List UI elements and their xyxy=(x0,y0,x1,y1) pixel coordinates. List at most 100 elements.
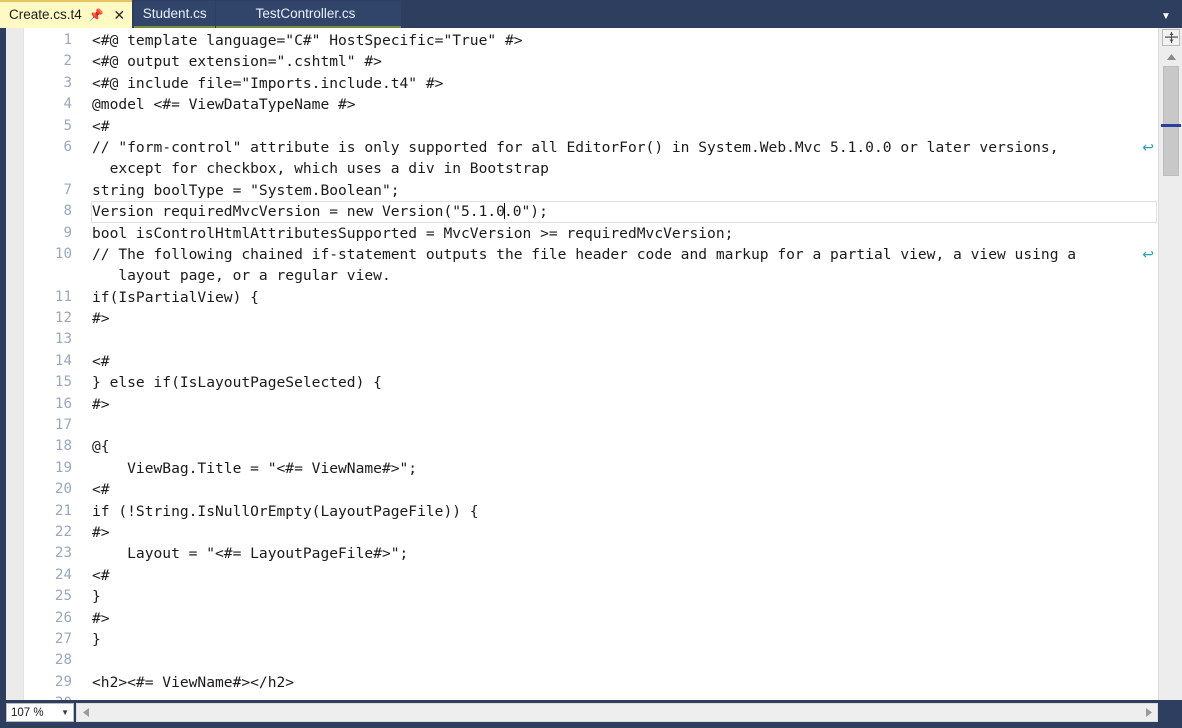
split-window-icon[interactable] xyxy=(1162,29,1180,46)
code-text: layout page, or a regular view. xyxy=(92,267,391,285)
code-line[interactable]: 12 #> xyxy=(24,308,1158,329)
code-line[interactable]: 27} xyxy=(24,629,1158,650)
tab-label: Student.cs xyxy=(142,5,207,21)
scroll-left-icon[interactable] xyxy=(78,705,93,720)
code-line[interactable]: 20 <# xyxy=(24,479,1158,500)
code-text: #> xyxy=(92,395,110,413)
code-line[interactable]: 2 <#@ output extension=".cshtml" #> xyxy=(24,51,1158,72)
code-text: #> xyxy=(92,310,110,328)
code-text: } xyxy=(92,588,101,606)
code-text: ViewBag.Title = "<#= ViewName#>"; xyxy=(92,459,418,477)
code-line[interactable]: 24 <# xyxy=(24,565,1158,586)
code-line[interactable]: 17 xyxy=(24,415,1158,436)
code-line[interactable]: 9 bool isControlHtmlAttributesSupported =… xyxy=(24,223,1158,244)
code-text: <#@ template language="C#" HostSpecific=… xyxy=(92,32,523,49)
line-number: 24 xyxy=(54,566,72,583)
scroll-right-icon[interactable] xyxy=(1141,705,1156,720)
code-text: string boolType = "System.Boolean"; xyxy=(92,181,400,199)
line-number: 23 xyxy=(54,545,72,562)
zoom-level-value: 107 % xyxy=(11,706,44,719)
code-line-current[interactable]: 8 Version requiredMvcVersion = new Versio… xyxy=(24,201,1158,223)
code-line[interactable]: 21 if (!String.IsNullOrEmpty(LayoutPageFi… xyxy=(24,501,1158,522)
code-text: <#@ output extension=".cshtml" #> xyxy=(92,53,382,71)
line-number: 29 xyxy=(54,673,72,690)
code-line[interactable]: 13 xyxy=(24,329,1158,350)
code-line[interactable]: 19 ViewBag.Title = "<#= ViewName#>"; xyxy=(24,458,1158,479)
code-line[interactable]: 25} xyxy=(24,586,1158,607)
word-wrap-arrow-icon: ↩ xyxy=(1142,246,1154,263)
tab-student-cs[interactable]: Student.cs xyxy=(133,1,215,28)
code-text: if(IsPartialView) { xyxy=(92,288,259,306)
tab-testcontroller-cs[interactable]: TestController.cs xyxy=(215,1,402,28)
code-line[interactable]: except for checkbox, which uses a div in… xyxy=(24,158,1158,179)
line-number: 13 xyxy=(54,331,72,348)
scrollbar-corner xyxy=(1158,700,1182,728)
code-line[interactable]: 10 // The following chained if-statement … xyxy=(24,244,1158,265)
line-number: 17 xyxy=(54,417,72,434)
code-line[interactable]: 5 <# xyxy=(24,116,1158,137)
pin-icon[interactable]: 📌 xyxy=(88,7,105,24)
code-line[interactable]: layout page, or a regular view. xyxy=(24,265,1158,286)
tab-label: Create.cs.t4 xyxy=(9,7,82,23)
code-lines-container: 1 <#@ template language="C#" HostSpecific… xyxy=(24,28,1158,714)
code-text: <# xyxy=(92,352,110,370)
line-number: 26 xyxy=(54,609,72,626)
zoom-level-dropdown[interactable]: 107 % ▼ xyxy=(6,703,74,722)
line-number: 10 xyxy=(54,245,72,262)
code-line[interactable]: 6 // "form-control" attribute is only sup… xyxy=(24,137,1158,158)
code-line[interactable]: 26 #> xyxy=(24,608,1158,629)
line-number: 22 xyxy=(54,523,72,540)
line-number: 12 xyxy=(54,310,72,327)
vertical-scrollbar[interactable] xyxy=(1158,28,1182,714)
code-text: <# xyxy=(92,566,110,584)
line-number: 7 xyxy=(63,181,72,198)
line-number: 4 xyxy=(63,96,72,113)
code-text: except for checkbox, which uses a div in… xyxy=(92,160,549,178)
scroll-up-icon[interactable] xyxy=(1162,49,1180,64)
code-line[interactable]: 28 xyxy=(24,650,1158,671)
code-text: } xyxy=(92,630,101,648)
tab-create-cs-t4[interactable]: Create.cs.t4 📌 ✕ xyxy=(0,0,132,28)
line-number: 2 xyxy=(63,53,72,70)
code-line[interactable]: 15} else if(IsLayoutPageSelected) { xyxy=(24,372,1158,393)
code-text: Layout = "<#= LayoutPageFile#>"; xyxy=(92,545,409,563)
line-number: 20 xyxy=(54,481,72,498)
editor-indicator-margin[interactable] xyxy=(6,28,24,714)
code-line[interactable]: 1 <#@ template language="C#" HostSpecific… xyxy=(24,30,1158,51)
code-line[interactable]: 18 @{ xyxy=(24,436,1158,457)
line-number: 9 xyxy=(63,224,72,241)
vertical-scroll-thumb[interactable] xyxy=(1163,66,1179,176)
horizontal-scrollbar[interactable] xyxy=(76,703,1158,722)
code-text: // "form-control" attribute is only supp… xyxy=(92,138,1059,156)
code-line[interactable]: 14 <# xyxy=(24,351,1158,372)
code-text: @{ xyxy=(92,438,110,456)
chevron-down-icon[interactable]: ▼ xyxy=(1158,8,1174,24)
code-text: #> xyxy=(92,523,110,541)
code-line[interactable]: 7 string boolType = "System.Boolean"; xyxy=(24,180,1158,201)
line-number: 14 xyxy=(54,352,72,369)
code-line[interactable]: 22 #> xyxy=(24,522,1158,543)
line-number: 8 xyxy=(63,203,72,220)
code-line[interactable]: 16 #> xyxy=(24,394,1158,415)
code-editor-window: Create.cs.t4 📌 ✕ Student.cs TestControll… xyxy=(0,0,1182,728)
line-number: 1 xyxy=(63,32,72,48)
code-line[interactable]: 11 if(IsPartialView) { xyxy=(24,287,1158,308)
line-number: 3 xyxy=(63,74,72,91)
code-line[interactable]: 3 <#@ include file="Imports.include.t4" #… xyxy=(24,73,1158,94)
editor-bottom-bar: 107 % ▼ xyxy=(0,700,1182,728)
line-number: 18 xyxy=(54,438,72,455)
code-text: if (!String.IsNullOrEmpty(LayoutPageFile… xyxy=(92,502,479,520)
code-line[interactable]: 29 <h2><#= ViewName#></h2> xyxy=(24,672,1158,693)
close-icon[interactable]: ✕ xyxy=(111,7,128,24)
code-line[interactable]: 23 Layout = "<#= LayoutPageFile#>"; xyxy=(24,543,1158,564)
chevron-down-icon[interactable]: ▼ xyxy=(61,708,69,717)
code-text-area[interactable]: 1 <#@ template language="C#" HostSpecific… xyxy=(24,28,1158,714)
line-number: 19 xyxy=(54,459,72,476)
code-text: bool isControlHtmlAttributesSupported = … xyxy=(92,224,734,242)
code-line[interactable]: 4 @model <#= ViewDataTypeName #> xyxy=(24,94,1158,115)
text-caret xyxy=(503,203,505,220)
code-text: #> xyxy=(92,609,110,627)
line-number: 25 xyxy=(54,588,72,605)
line-number: 5 xyxy=(63,117,72,134)
code-text: } else if(IsLayoutPageSelected) { xyxy=(92,374,382,392)
